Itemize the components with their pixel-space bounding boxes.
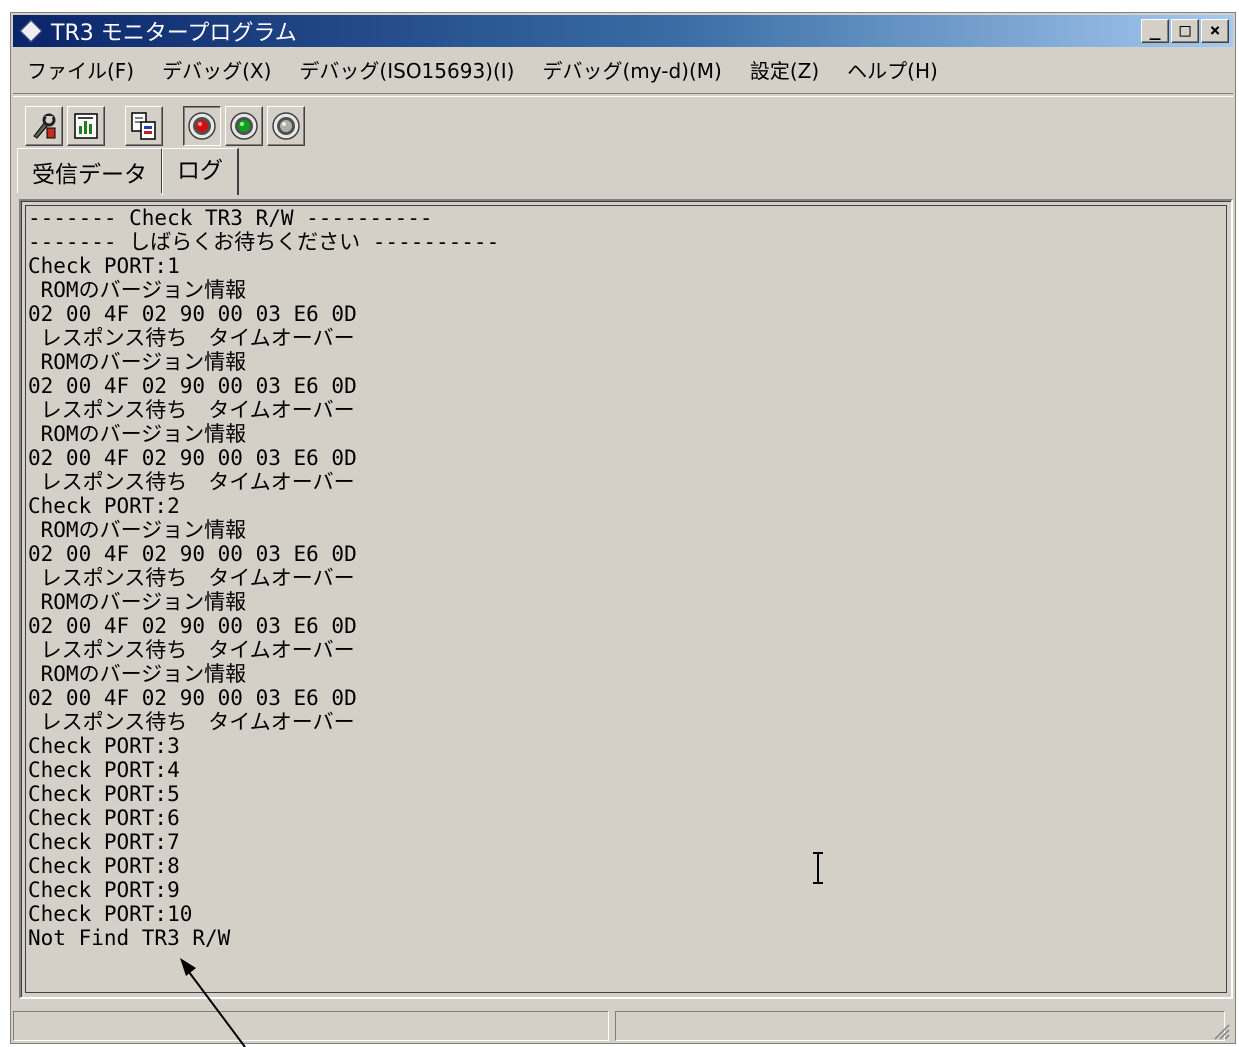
window-controls: _ □ × — [1141, 19, 1229, 43]
menu-separator — [13, 93, 1233, 97]
log-line: ROMのバージョン情報 — [28, 590, 247, 614]
log-textarea[interactable]: ------- Check TR3 R/W ---------- ------- … — [25, 205, 1227, 993]
log-line: Not Find TR3 R/W — [28, 926, 231, 950]
status-panel-left — [13, 1011, 609, 1041]
tab-log[interactable]: ログ — [162, 148, 239, 195]
log-line: 02 00 4F 02 90 00 03 E6 0D — [28, 614, 357, 638]
log-line: 02 00 4F 02 90 00 03 E6 0D — [28, 686, 357, 710]
tools-button[interactable] — [25, 106, 63, 146]
log-line: Check PORT:2 — [28, 494, 180, 518]
log-line: Check PORT:5 — [28, 782, 180, 806]
log-line: 02 00 4F 02 90 00 03 E6 0D — [28, 542, 357, 566]
menu-debug-iso15693[interactable]: デバッグ(ISO15693)(I) — [285, 55, 528, 84]
chart-icon — [74, 113, 98, 139]
log-line: レスポンス待ち タイムオーバー — [28, 710, 355, 734]
log-line: ------- Check TR3 R/W ---------- — [28, 206, 433, 230]
copy-button[interactable] — [125, 106, 163, 146]
window-title: TR3 モニタープログラム — [51, 21, 297, 46]
log-line: ROMのバージョン情報 — [28, 422, 247, 446]
log-line: Check PORT:6 — [28, 806, 180, 830]
log-line: レスポンス待ち タイムオーバー — [28, 326, 355, 350]
log-line: Check PORT:10 — [28, 902, 193, 926]
log-line: Check PORT:1 — [28, 254, 180, 278]
text-cursor-icon — [813, 852, 823, 884]
log-line: Check PORT:4 — [28, 758, 180, 782]
title-bar[interactable]: TR3 モニタープログラム _ □ × — [13, 15, 1233, 47]
status-bar — [13, 1011, 1233, 1043]
log-line: Check PORT:3 — [28, 734, 180, 758]
log-line: ROMのバージョン情報 — [28, 350, 247, 374]
menu-help[interactable]: ヘルプ(H) — [833, 55, 952, 84]
gray-light-button[interactable] — [267, 106, 305, 146]
log-line: ROMのバージョン情報 — [28, 662, 247, 686]
menu-bar: ファイル(F) デバッグ(X) デバッグ(ISO15693)(I) デバッグ(m… — [13, 51, 1233, 87]
app-diamond-icon[interactable] — [19, 19, 43, 43]
chart-button[interactable] — [67, 106, 105, 146]
log-line: Check PORT:7 — [28, 830, 180, 854]
tools-icon — [33, 113, 56, 139]
minimize-button[interactable]: _ — [1141, 19, 1169, 43]
copy-icon — [131, 112, 156, 140]
log-line: レスポンス待ち タイムオーバー — [28, 470, 355, 494]
menu-settings[interactable]: 設定(Z) — [736, 55, 833, 84]
log-line: レスポンス待ち タイムオーバー — [28, 638, 355, 662]
log-line: 02 00 4F 02 90 00 03 E6 0D — [28, 446, 357, 470]
log-line: ------- しばらくお待ちください ---------- — [28, 230, 500, 254]
menu-debug-my-d[interactable]: デバッグ(my-d)(M) — [529, 55, 736, 84]
maximize-button[interactable]: □ — [1171, 19, 1199, 43]
main-window: TR3 モニタープログラム _ □ × ファイル(F) デバッグ(X) デバッグ… — [10, 12, 1236, 1044]
log-panel: ------- Check TR3 R/W ---------- ------- … — [19, 199, 1233, 999]
gray-light-icon — [272, 112, 300, 140]
menu-file[interactable]: ファイル(F) — [13, 55, 148, 84]
tab-received-data[interactable]: 受信データ — [17, 148, 162, 193]
tab-strip: 受信データ ログ — [17, 148, 239, 195]
toolbar — [25, 103, 309, 149]
green-light-icon — [230, 112, 258, 140]
status-panel-right — [615, 1011, 1225, 1041]
log-line: レスポンス待ち タイムオーバー — [28, 398, 355, 422]
close-button[interactable]: × — [1201, 19, 1229, 43]
log-line: Check PORT:8 — [28, 854, 180, 878]
log-line: 02 00 4F 02 90 00 03 E6 0D — [28, 374, 357, 398]
log-line: レスポンス待ち タイムオーバー — [28, 566, 355, 590]
log-line: 02 00 4F 02 90 00 03 E6 0D — [28, 302, 357, 326]
red-light-button[interactable] — [183, 106, 221, 146]
red-light-icon — [188, 112, 216, 140]
log-line: ROMのバージョン情報 — [28, 278, 247, 302]
resize-grip-icon[interactable] — [1209, 1019, 1231, 1041]
menu-debug[interactable]: デバッグ(X) — [148, 55, 285, 84]
log-line: ROMのバージョン情報 — [28, 518, 247, 542]
green-light-button[interactable] — [225, 106, 263, 146]
log-line: Check PORT:9 — [28, 878, 180, 902]
